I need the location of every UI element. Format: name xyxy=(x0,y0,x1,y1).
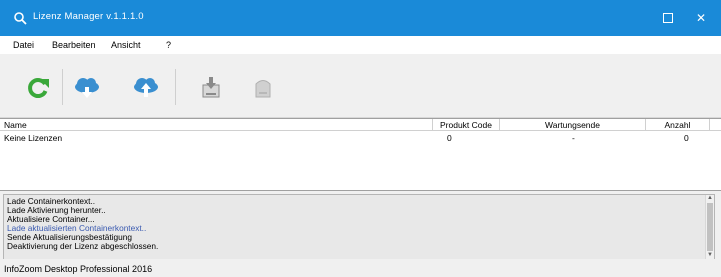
menu-file[interactable]: Datei xyxy=(13,40,34,50)
menu-help[interactable]: ? xyxy=(166,40,171,50)
window-title: Lizenz Manager v.1.1.1.0 xyxy=(33,11,144,22)
toolbar xyxy=(0,55,721,118)
toolbar-separator xyxy=(175,69,176,105)
count-cell: 0 xyxy=(684,133,689,143)
toolbar-separator xyxy=(62,69,63,105)
product-code-cell: 0 xyxy=(447,133,452,143)
cloud-upload-icon[interactable] xyxy=(131,75,161,101)
log-line: Deaktivierung der Lizenz abgeschlossen. xyxy=(7,241,159,251)
title-bar[interactable]: Lizenz Manager v.1.1.1.0 ✕ xyxy=(0,0,721,36)
menu-view[interactable]: Ansicht xyxy=(111,40,141,50)
column-header-count[interactable]: Anzahl xyxy=(646,119,710,131)
license-table: Name Produkt Code Wartungsende Anzahl Ke… xyxy=(0,118,721,191)
close-button[interactable]: ✕ xyxy=(681,0,721,36)
table-row[interactable]: Keine Lizenzen 0 - 0 xyxy=(0,132,721,145)
maintenance-end-cell: - xyxy=(572,133,575,143)
column-header-maintenance-end[interactable]: Wartungsende xyxy=(500,119,646,131)
magnifier-app-icon xyxy=(14,12,27,25)
scroll-thumb[interactable] xyxy=(707,203,713,251)
license-name-cell: Keine Lizenzen xyxy=(4,133,63,143)
log-scrollbar[interactable]: ▲ ▼ xyxy=(705,195,714,259)
menu-bar: Datei Bearbeiten Ansicht ? xyxy=(0,36,721,54)
scroll-up-icon[interactable]: ▲ xyxy=(706,195,714,202)
license-manager-window: Lizenz Manager v.1.1.1.0 ✕ Datei Bearbei… xyxy=(0,0,721,277)
device-icon[interactable] xyxy=(248,75,278,101)
log-output[interactable]: Lade Containerkontext.. Lade Aktivierung… xyxy=(3,194,715,260)
maximize-icon xyxy=(663,13,673,24)
save-to-device-icon[interactable] xyxy=(196,75,226,101)
column-header-name[interactable]: Name xyxy=(0,119,433,131)
status-bar: InfoZoom Desktop Professional 2016 xyxy=(0,259,721,277)
menu-edit[interactable]: Bearbeiten xyxy=(52,40,96,50)
status-product-name: InfoZoom Desktop Professional 2016 xyxy=(4,264,153,274)
column-header-product-code[interactable]: Produkt Code xyxy=(433,119,500,131)
cloud-download-icon[interactable] xyxy=(72,75,102,101)
scroll-down-icon[interactable]: ▼ xyxy=(706,252,714,259)
column-header-filler xyxy=(710,119,721,131)
refresh-icon[interactable] xyxy=(23,75,53,101)
